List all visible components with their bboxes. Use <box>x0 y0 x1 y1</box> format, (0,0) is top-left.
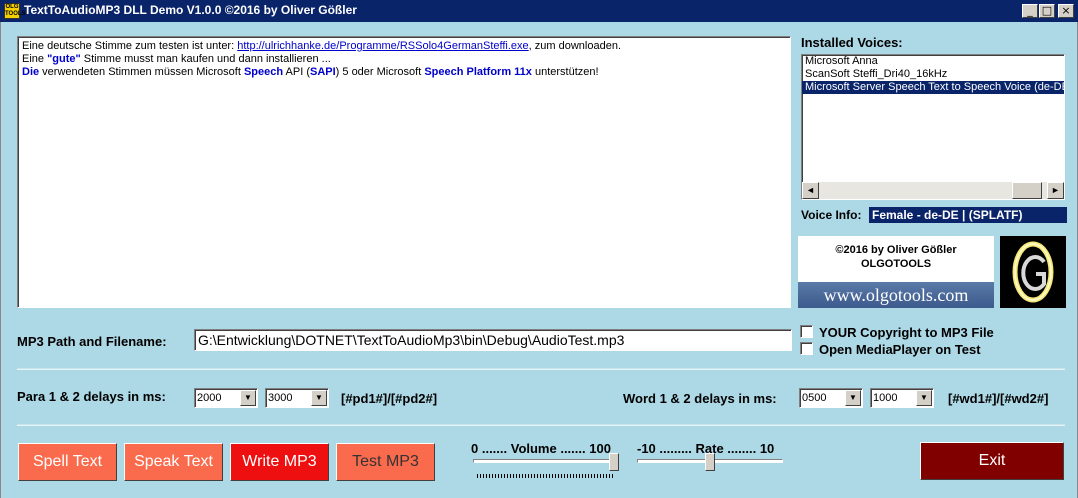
word-delay-1-value: 0500 <box>802 392 827 404</box>
scroll-thumb[interactable] <box>1012 182 1042 199</box>
close-button[interactable]: × <box>1058 4 1074 18</box>
text-fragment-bold: Speech Platform 11x <box>424 66 532 78</box>
rate-slider-thumb[interactable] <box>705 453 715 471</box>
voice-info-label: Voice Info: <box>801 208 862 222</box>
banner-copyright: ©2016 by Oliver Gößler <box>835 244 957 256</box>
client-area: Eine deutsche Stimme zum testen ist unte… <box>0 22 1078 498</box>
scroll-right-icon[interactable]: ► <box>1047 182 1064 199</box>
text-fragment-bold: Die <box>22 66 40 78</box>
mp3-path-label: MP3 Path and Filename: <box>17 334 167 349</box>
voice-info-value: Female - de-DE | (SPLATF) <box>869 207 1067 223</box>
test-mp3-button[interactable]: Test MP3 <box>336 443 435 481</box>
text-fragment: Eine <box>22 53 48 65</box>
copyright-checkbox[interactable] <box>800 325 813 338</box>
text-fragment: , zum downloaden. <box>528 40 622 52</box>
volume-label: 0 ....... Volume ....... 100 <box>471 441 611 456</box>
banner-url[interactable]: www.olgotools.com <box>798 282 994 308</box>
word-delay-2-select[interactable]: 1000 ▼ <box>870 388 934 408</box>
para-delay-2-select[interactable]: 3000 ▼ <box>265 388 329 408</box>
text-fragment: ) 5 oder Microsoft <box>335 66 425 78</box>
text-fragment: unterstützen! <box>531 66 599 78</box>
word-delay-2-value: 1000 <box>873 392 898 404</box>
text-line-1: Eine deutsche Stimme zum testen ist unte… <box>22 40 786 53</box>
voice-item-selected[interactable]: Microsoft Server Speech Text to Speech V… <box>802 81 1064 94</box>
maximize-button[interactable]: □ <box>1039 4 1055 18</box>
volume-track[interactable] <box>473 459 619 463</box>
text-line-2: Eine "gute" Stimme musst man kaufen und … <box>22 53 786 66</box>
para-delay-1-value: 2000 <box>197 392 222 404</box>
text-fragment: verwendeten Stimmen müssen Microsoft <box>39 66 244 78</box>
dropdown-arrow-icon[interactable]: ▼ <box>916 390 932 406</box>
dropdown-arrow-icon[interactable]: ▼ <box>240 390 256 406</box>
banner-brand: OLGOTOOLS <box>860 258 932 270</box>
speak-text-button[interactable]: Speak Text <box>124 443 223 481</box>
olgotools-banner[interactable]: ©2016 by Oliver Gößler OLGOTOOLS www.olg… <box>798 236 994 308</box>
divider <box>17 368 1065 370</box>
word-delays-label: Word 1 & 2 delays in ms: <box>623 391 777 406</box>
text-input-area[interactable]: Eine deutsche Stimme zum testen ist unte… <box>17 36 791 308</box>
minimize-button[interactable]: _ <box>1022 4 1038 18</box>
para-delay-2-value: 3000 <box>268 392 293 404</box>
write-mp3-button[interactable]: Write MP3 <box>230 443 329 481</box>
voice-item[interactable]: ScanSoft Steffi_Dri40_16kHz <box>802 68 1064 81</box>
dropdown-arrow-icon[interactable]: ▼ <box>845 390 861 406</box>
voice-list-hscrollbar[interactable]: ◄ ► <box>802 182 1064 199</box>
mediaplayer-checkbox-label[interactable]: Open MediaPlayer on Test <box>819 342 981 357</box>
text-fragment-bold: SAPI <box>309 66 336 78</box>
exit-button[interactable]: Exit <box>920 442 1064 480</box>
para-delay-tokens: [#pd1#]/[#pd2#] <box>341 391 438 406</box>
volume-slider-thumb[interactable] <box>609 453 619 471</box>
text-fragment-bold: Speech <box>243 66 284 78</box>
olg-logo-icon <box>1000 236 1066 308</box>
scroll-left-icon[interactable]: ◄ <box>802 182 819 199</box>
installed-voices-label: Installed Voices: <box>801 35 903 50</box>
voice-listbox[interactable]: Microsoft Anna ScanSoft Steffi_Dri40_16k… <box>801 54 1065 200</box>
download-link[interactable]: http://ulrichhanke.de/Programme/RSSolo4G… <box>237 40 528 52</box>
text-fragment: Stimme musst man kaufen und dann install… <box>80 53 331 65</box>
divider <box>17 424 1065 426</box>
para-delay-1-select[interactable]: 2000 ▼ <box>194 388 258 408</box>
text-line-3: Die verwendeten Stimmen müssen Microsoft… <box>22 66 786 79</box>
para-delays-label: Para 1 & 2 delays in ms: <box>17 389 166 404</box>
app-icon-text: OLG TOOLS <box>5 4 26 17</box>
volume-ticks <box>477 474 615 478</box>
word-delay-1-select[interactable]: 0500 ▼ <box>799 388 863 408</box>
word-delay-tokens: [#wd1#]/[#wd2#] <box>948 391 1049 406</box>
voice-item[interactable]: Microsoft Anna <box>802 55 1064 68</box>
mediaplayer-checkbox[interactable] <box>800 342 813 355</box>
window-title: TextToAudioMP3 DLL Demo V1.0.0 ©2016 by … <box>24 3 357 17</box>
mp3-path-input[interactable]: G:\Entwicklung\DOTNET\TextToAudioMp3\bin… <box>194 329 792 351</box>
app-icon: OLG TOOLS <box>4 3 26 19</box>
copyright-checkbox-label[interactable]: YOUR Copyright to MP3 File <box>819 325 994 340</box>
title-bar[interactable]: OLG TOOLS TextToAudioMP3 DLL Demo V1.0.0… <box>0 0 1078 22</box>
text-fragment: Eine deutsche Stimme zum testen ist unte… <box>22 40 238 52</box>
text-fragment-bold: "gute" <box>47 53 81 65</box>
dropdown-arrow-icon[interactable]: ▼ <box>311 390 327 406</box>
spell-text-button[interactable]: Spell Text <box>18 443 117 481</box>
text-fragment: API ( <box>283 66 310 78</box>
